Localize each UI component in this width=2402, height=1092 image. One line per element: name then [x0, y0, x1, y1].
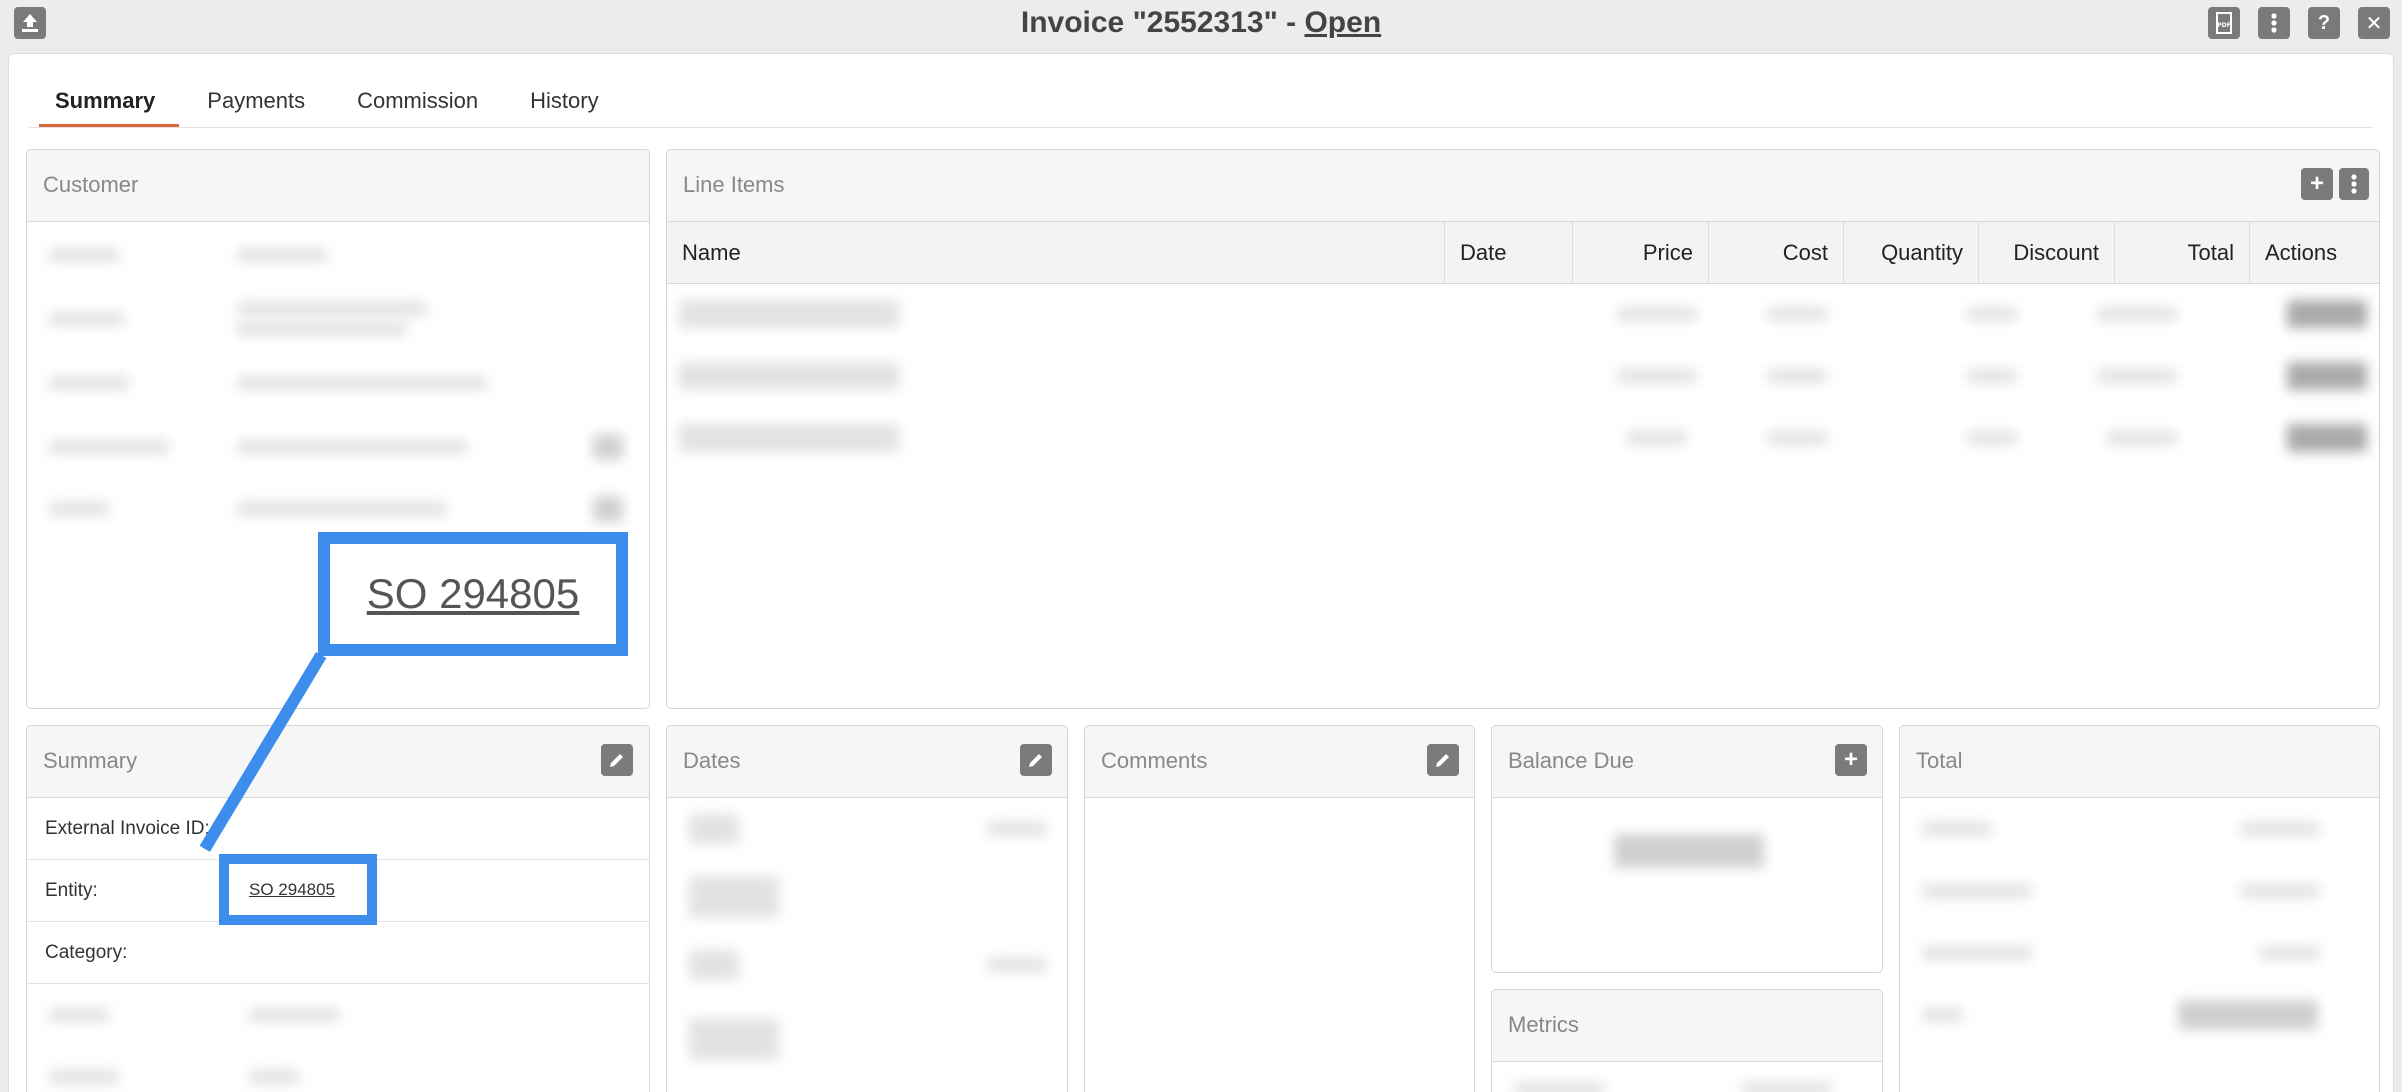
total-widget: Total	[1899, 725, 2380, 1092]
callout-zoom-text: SO 294805	[366, 570, 580, 617]
col-quantity[interactable]: Quantity	[1844, 222, 1979, 284]
col-date[interactable]: Date	[1445, 222, 1573, 284]
col-actions: Actions	[2265, 240, 2338, 265]
dates-widget: Dates	[666, 725, 1068, 1092]
close-icon[interactable]: ✕	[2358, 7, 2390, 39]
tabs-divider	[29, 127, 2373, 128]
external-invoice-id-label: External Invoice ID:	[45, 818, 210, 839]
customer-title: Customer	[43, 172, 139, 197]
pdf-icon[interactable]: PDF	[2208, 7, 2240, 39]
summary-header: Summary	[27, 726, 649, 798]
balance-due-header: Balance Due +	[1492, 726, 1882, 798]
col-cost[interactable]: Cost	[1709, 222, 1844, 284]
callout-highlight-box	[219, 854, 377, 925]
balance-due-amount-blurred	[1614, 834, 1764, 868]
line-items-title: Line Items	[683, 172, 785, 197]
balance-due-widget: Balance Due +	[1491, 725, 1883, 973]
invoice-status-link[interactable]: Open	[1304, 6, 1381, 39]
category-label: Category:	[45, 942, 128, 963]
add-line-item-icon[interactable]: +	[2301, 168, 2333, 200]
tab-bar: Summary Payments Commission History	[29, 74, 625, 128]
summary-title: Summary	[43, 748, 138, 773]
line-items-header: Line Items +	[667, 150, 2379, 222]
line-items-widget: Line Items + Name Date Price Cost Quanti…	[666, 149, 2380, 709]
col-total[interactable]: Total	[2115, 222, 2250, 284]
comments-title: Comments	[1101, 748, 1208, 773]
tab-history[interactable]: History	[504, 74, 624, 126]
col-price[interactable]: Price	[1573, 222, 1709, 284]
more-vertical-icon[interactable]	[2258, 7, 2290, 39]
col-discount[interactable]: Discount	[1979, 222, 2115, 284]
total-header: Total	[1900, 726, 2379, 798]
title-bar: Invoice "2552313" - Open PDF ? ✕	[0, 0, 2402, 46]
line-items-table-header: Name Date Price Cost Quantity Discount T…	[667, 222, 2379, 284]
edit-icon[interactable]	[1020, 744, 1052, 776]
callout-zoom-box: SO 294805	[318, 532, 628, 656]
comments-header: Comments	[1085, 726, 1474, 798]
tab-summary[interactable]: Summary	[29, 74, 181, 128]
invoice-title: Invoice "2552313" -	[1020, 6, 1305, 39]
dates-header: Dates	[667, 726, 1067, 798]
tab-commission[interactable]: Commission	[331, 74, 504, 126]
metrics-header: Metrics	[1492, 990, 1882, 1062]
dates-title: Dates	[683, 748, 741, 773]
balance-due-title: Balance Due	[1508, 748, 1634, 773]
customer-header: Customer	[27, 150, 649, 222]
metrics-widget: Metrics	[1491, 989, 1883, 1092]
summary-row-category: Category:	[27, 922, 649, 984]
summary-row-external-id: External Invoice ID:	[27, 798, 649, 860]
help-icon[interactable]: ?	[2308, 7, 2340, 39]
svg-text:PDF: PDF	[2217, 22, 2230, 29]
metrics-title: Metrics	[1508, 1012, 1579, 1037]
more-vertical-icon[interactable]	[2339, 168, 2369, 200]
page-title: Invoice "2552313" - Open	[0, 6, 2402, 40]
edit-icon[interactable]	[601, 744, 633, 776]
edit-icon[interactable]	[1427, 744, 1459, 776]
entity-label: Entity:	[45, 880, 98, 901]
col-name[interactable]: Name	[667, 222, 1445, 284]
add-payment-icon[interactable]: +	[1835, 744, 1867, 776]
tab-payments[interactable]: Payments	[181, 74, 331, 126]
total-title: Total	[1916, 748, 1963, 773]
comments-widget: Comments	[1084, 725, 1475, 1092]
